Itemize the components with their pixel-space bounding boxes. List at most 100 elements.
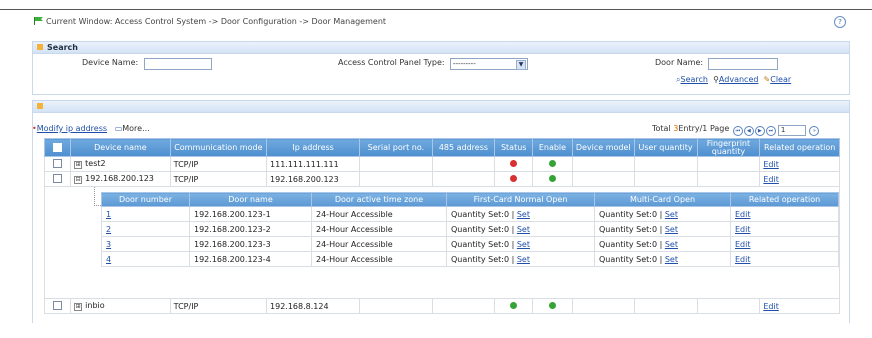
total-prefix: Total	[652, 124, 671, 133]
serial-port	[359, 298, 433, 314]
row-checkbox[interactable]	[53, 159, 63, 168]
comm-mode: TCP/IP	[169, 298, 268, 314]
col-related-operation[interactable]: Related operation	[759, 138, 840, 157]
row-checkbox[interactable]	[53, 174, 63, 183]
col-ip-address[interactable]: Ip address	[266, 138, 361, 157]
prev-page-icon[interactable]: ◀	[743, 126, 754, 136]
col-status[interactable]: Status	[494, 138, 534, 157]
tree-connector	[94, 187, 101, 206]
modify-ip-link[interactable]: Modify ip address	[37, 124, 107, 133]
col-door-number[interactable]: Door number	[101, 192, 190, 207]
comm-mode: TCP/IP	[169, 171, 268, 187]
total-suffix: Entry/1 Page	[678, 124, 730, 133]
search-actions: ⌕Search ⚲Advanced ✎Clear	[676, 75, 791, 85]
door-name-label: Door Name:	[655, 58, 704, 67]
first-page-icon[interactable]: ⏮	[732, 126, 743, 136]
expand-icon[interactable]: ⊞	[74, 161, 83, 169]
door-edit-link[interactable]: Edit	[735, 225, 751, 234]
device-model	[571, 298, 635, 314]
multi-card-set-link[interactable]: Set	[665, 240, 678, 249]
col-enable[interactable]: Enable	[532, 138, 573, 157]
search-section-icon	[37, 44, 43, 50]
addr-485	[431, 156, 496, 172]
col-serial-port[interactable]: Serial port no.	[359, 138, 433, 157]
col-door-operation[interactable]: Related operation	[730, 192, 839, 207]
chevron-down-icon[interactable]: ▼	[516, 60, 526, 70]
col-communication-mode[interactable]: Communication mode	[169, 138, 268, 157]
multi-card-quantity: Quantity Set:0 |	[599, 254, 665, 264]
door-number-link[interactable]: 3	[106, 240, 111, 249]
list-toolbar: •Modify ip address ▭More...	[32, 124, 150, 133]
col-485-address[interactable]: 485 address	[431, 138, 496, 157]
door-edit-link[interactable]: Edit	[735, 255, 751, 264]
door-time-zone: 24-Hour Accessible	[311, 221, 447, 237]
door-name-input[interactable]	[708, 58, 778, 70]
first-card-set-link[interactable]: Set	[517, 240, 530, 249]
multi-card-quantity: Quantity Set:0 |	[599, 209, 665, 219]
page-number-input[interactable]: 1	[777, 125, 806, 136]
first-card-set-link[interactable]: Set	[517, 210, 530, 219]
device-table-header: Device name Communication mode Ip addres…	[43, 138, 840, 157]
serial-port	[359, 171, 433, 187]
col-multi-card[interactable]: Multi-Card Open	[594, 192, 731, 207]
top-divider	[0, 9, 872, 10]
select-all-checkbox[interactable]	[53, 142, 63, 152]
next-page-icon[interactable]: ▶	[754, 126, 765, 136]
collapse-icon[interactable]: ⊟	[74, 176, 83, 184]
search-button[interactable]: Search	[680, 75, 707, 84]
col-first-card[interactable]: First-Card Normal Open	[446, 192, 595, 207]
panel-type-select[interactable]: --------- ▼	[450, 58, 528, 70]
device-name-input[interactable]	[144, 58, 212, 70]
comm-mode: TCP/IP	[169, 156, 268, 172]
multi-card-quantity: Quantity Set:0 |	[599, 224, 665, 234]
multi-card-set-link[interactable]: Set	[665, 225, 678, 234]
edit-link[interactable]: Edit	[763, 302, 779, 311]
ip-address: 192.168.200.123	[266, 171, 361, 187]
select-all-cell[interactable]	[43, 138, 72, 157]
door-number-link[interactable]: 2	[106, 225, 111, 234]
door-number-link[interactable]: 1	[106, 210, 111, 219]
multi-card-set-link[interactable]: Set	[665, 210, 678, 219]
device-table: Device name Communication mode Ip addres…	[43, 138, 840, 314]
list-panel-header	[33, 101, 849, 113]
panel-type-label: Access Control Panel Type:	[338, 58, 445, 67]
serial-port	[359, 156, 433, 172]
device-name: inbio	[85, 301, 105, 310]
col-fingerprint-quantity[interactable]: Fingerprint quantity	[696, 138, 761, 157]
door-row: 2 192.168.200.123-2 24-Hour Accessible Q…	[101, 221, 839, 237]
row-checkbox[interactable]	[53, 301, 63, 310]
search-title: Search	[47, 43, 78, 52]
breadcrumb: Current Window: Access Control System ->…	[34, 15, 386, 29]
clear-button[interactable]: Clear	[770, 75, 791, 84]
first-card-set-link[interactable]: Set	[517, 225, 530, 234]
expand-icon[interactable]: ⊞	[74, 303, 83, 311]
help-icon[interactable]: ?	[834, 16, 846, 28]
more-menu[interactable]: More...	[122, 124, 149, 133]
device-name-label: Device Name:	[82, 58, 139, 67]
door-table: Door number Door name Door active time z…	[101, 192, 839, 267]
door-row: 1 192.168.200.123-1 24-Hour Accessible Q…	[101, 206, 839, 222]
first-card-quantity: Quantity Set:0 |	[451, 239, 517, 249]
multi-card-set-link[interactable]: Set	[665, 255, 678, 264]
col-user-quantity[interactable]: User quantity	[633, 138, 698, 157]
breadcrumb-text: Current Window: Access Control System ->…	[46, 17, 387, 26]
enabled-icon	[548, 301, 556, 309]
fingerprint-quantity	[696, 156, 761, 172]
col-door-time-zone[interactable]: Door active time zone	[311, 192, 447, 207]
door-edit-link[interactable]: Edit	[735, 210, 751, 219]
edit-link[interactable]: Edit	[763, 160, 779, 169]
edit-link[interactable]: Edit	[763, 175, 779, 184]
door-edit-link[interactable]: Edit	[735, 240, 751, 249]
fingerprint-quantity	[696, 298, 761, 314]
col-device-model[interactable]: Device model	[571, 138, 635, 157]
door-table-header: Door number Door name Door active time z…	[101, 192, 839, 207]
door-number-link[interactable]: 4	[106, 255, 111, 264]
col-door-name[interactable]: Door name	[189, 192, 312, 207]
first-card-set-link[interactable]: Set	[517, 255, 530, 264]
col-device-name[interactable]: Device name	[70, 138, 171, 157]
last-page-icon[interactable]: ⏭	[765, 126, 776, 136]
pager: Total 3Entry/1 Page ⏮ ◀ ▶ ⏭ 1 »	[652, 124, 820, 136]
ip-address: 192.168.8.124	[266, 298, 361, 314]
advanced-button[interactable]: Advanced	[719, 75, 759, 84]
go-page-icon[interactable]: »	[809, 126, 820, 136]
